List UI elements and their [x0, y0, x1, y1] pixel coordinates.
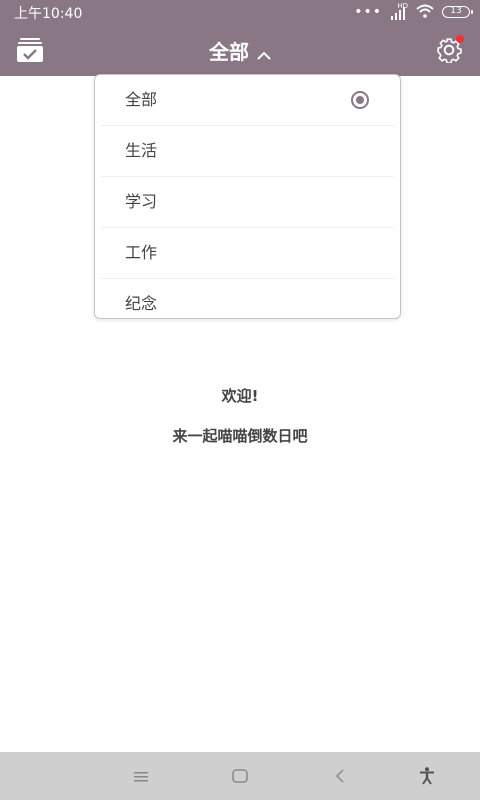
dropdown-item-study[interactable]: 学习	[101, 177, 394, 228]
chevron-up-icon	[257, 45, 271, 60]
page-title: 全部	[209, 39, 249, 64]
status-icons: ••• HD 13	[354, 2, 473, 22]
back-icon[interactable]	[331, 766, 351, 786]
dropdown-item-label: 生活	[125, 141, 158, 160]
menu-icon[interactable]	[131, 766, 151, 786]
app-bar: 全部	[0, 24, 480, 76]
dropdown-item-memorial[interactable]: 纪念	[101, 279, 394, 318]
home-icon[interactable]	[230, 766, 250, 786]
wifi-icon	[416, 3, 434, 22]
radio-selected-icon	[351, 91, 369, 109]
status-time: 上午10:40	[14, 6, 83, 22]
settings-button[interactable]	[436, 35, 464, 64]
network-label: HD	[397, 2, 408, 10]
status-bar: 上午10:40 ••• HD 13	[0, 0, 480, 24]
notification-dot	[456, 35, 464, 43]
dropdown-item-life[interactable]: 生活	[101, 126, 394, 177]
dropdown-item-label: 工作	[125, 243, 158, 262]
battery-icon: 13	[442, 6, 473, 18]
dropdown-item-label: 纪念	[125, 294, 158, 313]
welcome-subtitle: 来一起喵喵倒数日吧	[172, 427, 308, 445]
title-dropdown-toggle[interactable]: 全部	[0, 24, 480, 76]
welcome-title: 欢迎!	[221, 387, 259, 405]
category-dropdown: 全部 生活 学习 工作 纪念	[94, 74, 401, 319]
dropdown-item-label: 全部	[125, 90, 158, 109]
system-nav-bar	[0, 752, 480, 800]
accessibility-icon[interactable]	[417, 766, 437, 786]
dropdown-item-label: 学习	[125, 192, 158, 211]
dropdown-item-all[interactable]: 全部	[101, 75, 394, 126]
signal-icon: HD	[390, 2, 408, 20]
dropdown-item-work[interactable]: 工作	[101, 228, 394, 279]
more-dots: •••	[354, 4, 382, 20]
